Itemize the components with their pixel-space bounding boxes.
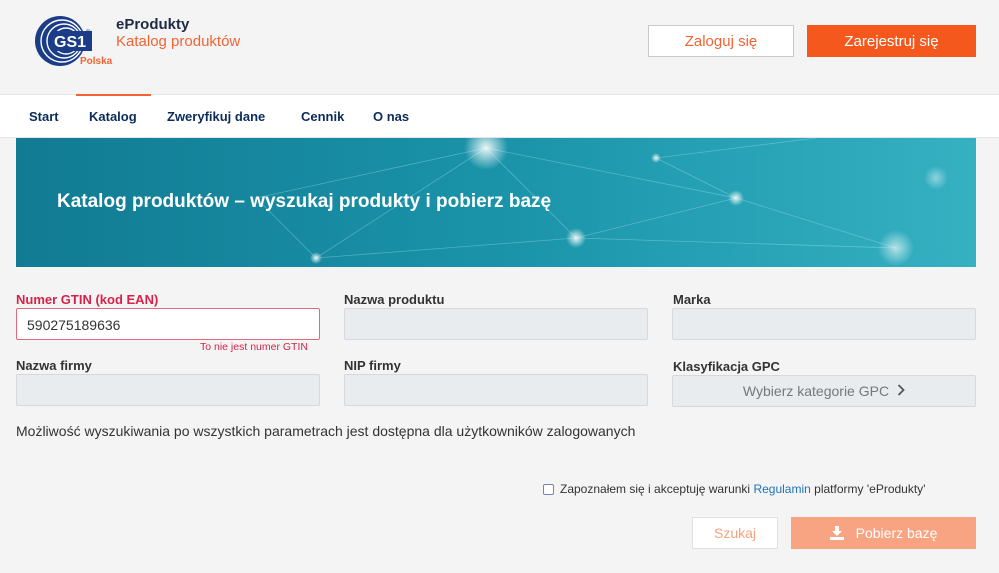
banner-title: Katalog produktów – wyszukaj produkty i …	[57, 191, 552, 212]
gpc-select-label: Wybierz kategorie GPC	[742, 383, 890, 399]
company-name-label: Nazwa firmy	[16, 358, 92, 373]
search-button[interactable]: Szukaj	[692, 517, 778, 549]
download-database-button[interactable]: Pobierz bazę	[791, 517, 976, 549]
gtin-label: Numer GTIN (kod EAN)	[16, 292, 159, 307]
brand-subtitle: Katalog produktów	[116, 33, 241, 50]
gtin-error-message: To nie jest numer GTIN	[200, 341, 308, 353]
main-nav: Start Katalog Zweryfikuj dane Cennik O n…	[0, 94, 999, 138]
terms-checkbox[interactable]	[543, 483, 554, 495]
nip-label: NIP firmy	[344, 358, 401, 373]
download-icon	[829, 526, 844, 540]
nav-item-zweryfikuj[interactable]: Zweryfikuj dane	[167, 95, 265, 138]
terms-row: Zapoznałem się i akceptuję warunki Regul…	[543, 482, 925, 496]
nav-item-start[interactable]: Start	[29, 95, 59, 138]
terms-text-before: Zapoznałem się i akceptuję warunki	[560, 482, 751, 496]
register-button[interactable]: Zarejestruj się	[807, 25, 976, 57]
download-database-label: Pobierz bazę	[855, 525, 938, 541]
chevron-right-icon	[897, 383, 905, 400]
svg-text:GS1: GS1	[54, 34, 86, 51]
gs1-logo-icon: GS1 ® Polska	[35, 16, 113, 67]
company-name-input[interactable]	[16, 374, 320, 406]
svg-text:Polska: Polska	[80, 56, 113, 67]
brand-label: Marka	[673, 292, 711, 307]
terms-text-after: platformy 'eProdukty'	[814, 482, 926, 496]
gs1-logo[interactable]: GS1 ® Polska	[28, 14, 118, 74]
terms-link[interactable]: Regulamin	[753, 482, 810, 496]
svg-text:®: ®	[86, 29, 91, 36]
login-button[interactable]: Zaloguj się	[648, 25, 794, 57]
login-search-note: Możliwość wyszukiwania po wszystkich par…	[16, 423, 636, 439]
nav-item-katalog[interactable]: Katalog	[76, 94, 151, 138]
nav-item-o-nas[interactable]: O nas	[373, 95, 409, 138]
product-name-label: Nazwa produktu	[344, 292, 445, 307]
gtin-input[interactable]: 590275189636	[16, 308, 320, 340]
gpc-label: Klasyfikacja GPC	[673, 359, 780, 374]
gpc-select-button[interactable]: Wybierz kategorie GPC	[672, 375, 976, 407]
brand-input[interactable]	[672, 308, 976, 340]
hero-banner: Katalog produktów – wyszukaj produkty i …	[16, 138, 976, 267]
nav-item-cennik[interactable]: Cennik	[301, 95, 344, 138]
brand-title: eProdukty	[116, 16, 190, 33]
gtin-input-value: 590275189636	[27, 317, 121, 333]
header: GS1 ® Polska eProdukty Katalog produktów…	[0, 0, 999, 94]
product-name-input[interactable]	[344, 308, 648, 340]
nip-input[interactable]	[344, 374, 648, 406]
